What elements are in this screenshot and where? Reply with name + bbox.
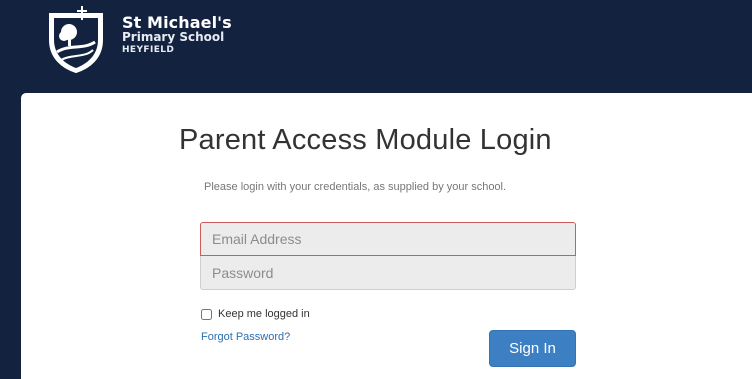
email-field[interactable] [200,222,576,256]
keep-logged-in-checkbox[interactable] [201,308,212,320]
keep-logged-in-option[interactable]: Keep me logged in [201,307,310,321]
password-field[interactable] [200,256,576,290]
keep-logged-in-label: Keep me logged in [218,308,310,320]
forgot-password-link[interactable]: Forgot Password? [201,331,290,343]
login-instructions: Please login with your credentials, as s… [204,181,507,193]
sign-in-button[interactable]: Sign In [489,330,576,367]
site-header: St Michael's Primary School HEYFIELD [0,0,752,93]
page-title: Parent Access Module Login [179,124,552,156]
school-subtitle: Primary School [122,30,225,44]
school-town: HEYFIELD [122,45,175,55]
school-name: St Michael's [122,13,232,32]
school-crest-icon [49,6,103,74]
